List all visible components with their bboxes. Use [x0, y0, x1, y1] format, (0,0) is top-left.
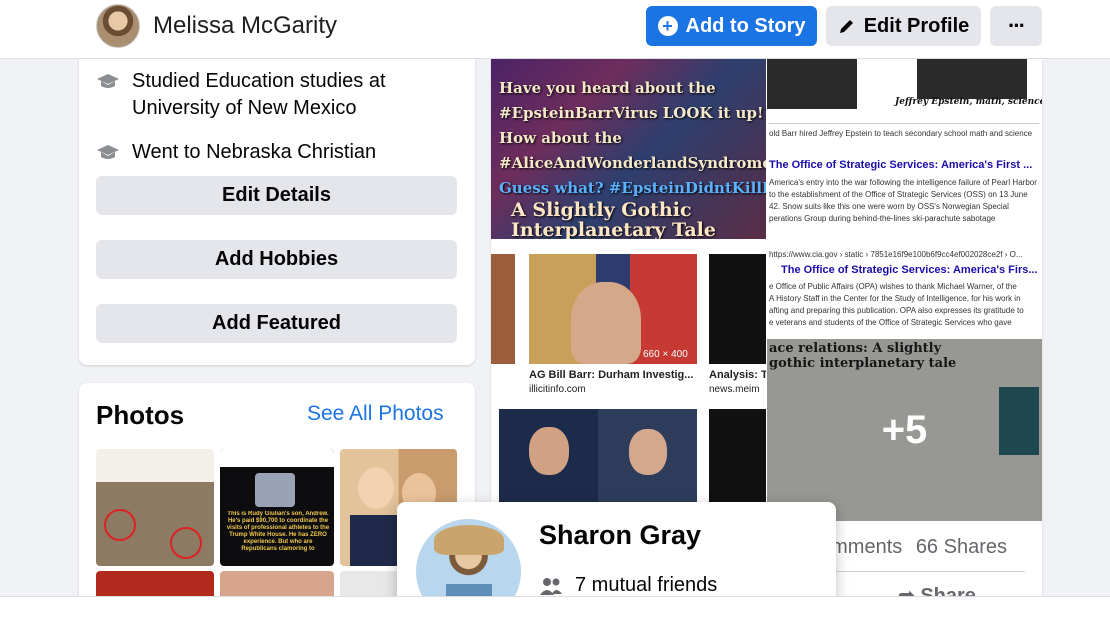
- bottom-bar: [0, 596, 1110, 621]
- profile-header: Melissa McGarity + Add to Story Edit Pro…: [0, 0, 1110, 59]
- see-all-photos-link[interactable]: See All Photos: [307, 402, 444, 426]
- meme-line: A Slightly Gothic: [511, 199, 692, 221]
- friends-icon: [540, 577, 562, 595]
- edit-details-button[interactable]: Edit Details: [96, 176, 457, 215]
- meme-line: How about the: [499, 129, 622, 147]
- photo-block: [709, 254, 766, 364]
- photo-block: [491, 254, 515, 364]
- cia-snippet: e Office of Public Affairs (OPA) wishes …: [769, 282, 1017, 291]
- meme-line: Interplanetary Tale: [511, 219, 716, 239]
- post-image-cia[interactable]: https://www.cia.gov › static › 7851e16f9…: [767, 244, 1042, 338]
- news-snippet: old Barr hired Jeffrey Epstein to teach …: [769, 129, 1033, 138]
- more-options-button[interactable]: ···: [990, 6, 1042, 46]
- oss-snippet: to the establishment of the Office of St…: [769, 190, 1028, 199]
- education-line-2[interactable]: University of New Mexico: [132, 95, 386, 122]
- profile-name[interactable]: Melissa McGarity: [153, 12, 337, 40]
- meme-line: Guess what? #EpsteinDidntKillHimsel: [499, 179, 766, 197]
- education-item: Studied Education studies at University …: [96, 68, 386, 122]
- mutual-friends[interactable]: 7 mutual friends: [539, 574, 717, 597]
- post-image-news[interactable]: Jeffrey Epstein, math, science old Barr …: [767, 59, 1042, 155]
- cia-snippet: e veterans and students of the Office of…: [769, 318, 1012, 327]
- face-shape: [629, 429, 667, 475]
- graduation-cap-icon: [97, 145, 119, 159]
- more-photos-overlay[interactable]: +5: [767, 339, 1042, 521]
- post-stats: omments 66 Shares: [820, 536, 1007, 559]
- divider: [769, 123, 1039, 124]
- divider: [820, 571, 1025, 572]
- portrait-image: [255, 473, 295, 507]
- oss-title: The Office of Strategic Services: Americ…: [781, 264, 1038, 276]
- photo-block: [529, 254, 697, 364]
- oss-title: The Office of Strategic Services: Americ…: [769, 159, 1033, 171]
- mutual-friends-text: 7 mutual friends: [575, 574, 718, 596]
- add-featured-button[interactable]: Add Featured: [96, 304, 457, 343]
- meme-line: #EpsteinBarrVirus LOOK it up!: [499, 104, 764, 122]
- post-image-oss[interactable]: The Office of Strategic Services: Americ…: [767, 156, 1042, 243]
- red-circle-mark: [170, 527, 202, 559]
- face-shape: [571, 282, 641, 364]
- oss-snippet: 42. Snow suits like this one were worn b…: [769, 202, 1009, 211]
- edit-profile-button[interactable]: Edit Profile: [826, 6, 981, 46]
- meme-line: Have you heard about the: [499, 79, 716, 97]
- barr-title: AG Bill Barr: Durham Investig...: [529, 369, 694, 381]
- oss-snippet: perations Group during behind-the-lines …: [769, 214, 996, 223]
- profile-avatar[interactable]: [96, 4, 140, 48]
- school-text[interactable]: Went to Nebraska Christian: [132, 139, 376, 166]
- post-image-meme[interactable]: Have you heard about the #EpsteinBarrVir…: [491, 59, 766, 239]
- school-item: Went to Nebraska Christian: [96, 139, 376, 166]
- add-hobbies-button[interactable]: Add Hobbies: [96, 240, 457, 279]
- pencil-icon: [839, 20, 853, 33]
- education-line-1: Studied Education studies at: [132, 70, 386, 92]
- photo-thumbnail[interactable]: This is Rudy Giulian's son, Andrew. He's…: [220, 449, 334, 566]
- post-image-barr[interactable]: 660 × 400 AG Bill Barr: Durham Investig.…: [491, 240, 766, 402]
- cia-snippet: afting and preparing this publication. O…: [769, 306, 1024, 315]
- oss-snippet: America's entry into the war following t…: [769, 178, 1037, 187]
- cia-url: https://www.cia.gov › static › 7851e16f9…: [769, 250, 1023, 259]
- photos-title: Photos: [96, 400, 185, 430]
- more-icon: ···: [1008, 13, 1026, 38]
- red-circle-mark: [104, 509, 136, 541]
- cia-snippet: A History Staff in the Center for the St…: [769, 294, 1021, 303]
- add-to-story-button[interactable]: + Add to Story: [646, 6, 817, 46]
- face-shape: [358, 467, 394, 509]
- plus-icon: +: [657, 16, 678, 36]
- barr-source: illicitinfo.com: [529, 384, 586, 395]
- add-to-story-label: Add to Story: [685, 14, 806, 37]
- photo-thumbnail[interactable]: [96, 449, 214, 566]
- analysis-source: news.meim: [709, 384, 760, 395]
- graduation-cap-icon: [97, 74, 119, 88]
- meme-line: #AliceAndWonderlandSyndrome?: [499, 154, 766, 172]
- face-shape: [529, 427, 569, 475]
- news-caption: Jeffrey Epstein, math, science: [895, 97, 1042, 107]
- hover-card-name[interactable]: Sharon Gray: [539, 520, 701, 551]
- clothing-shape: [350, 515, 398, 566]
- edit-profile-label: Edit Profile: [863, 14, 970, 37]
- caption-strip: [220, 449, 334, 467]
- image-size-label: 660 × 400: [643, 349, 688, 360]
- thumb-caption: This is Rudy Giulian's son, Andrew. He's…: [226, 511, 330, 552]
- hat-shape: [434, 525, 504, 555]
- shares-count[interactable]: 66 Shares: [916, 536, 1007, 558]
- photo-block: [767, 59, 857, 109]
- analysis-title: Analysis: T: [709, 369, 766, 381]
- photo-block: [917, 59, 1027, 99]
